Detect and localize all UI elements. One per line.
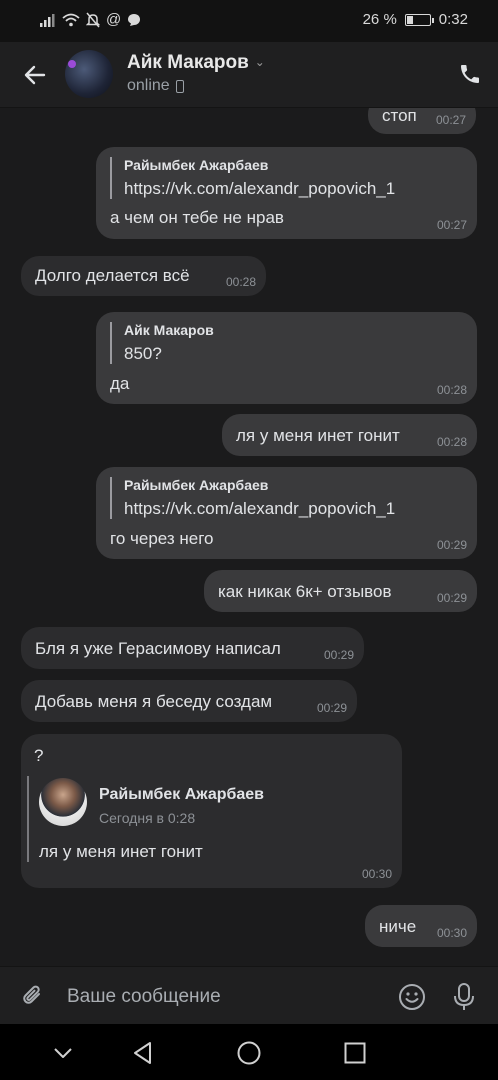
recents-icon[interactable] — [342, 1040, 368, 1066]
message-bubble[interactable]: Айк Макаров 850? да 00:28 — [96, 312, 477, 404]
forwarded-text: ля у меня инет гонит — [39, 842, 203, 861]
message-bubble[interactable]: ниче 00:30 — [365, 905, 477, 947]
message-time: 00:30 — [361, 867, 392, 881]
forwarded-message[interactable]: Райымбек Ажарбаев Сегодня в 0:28 ля у ме… — [27, 776, 367, 862]
status-bar: @ 26 % 0:32 — [0, 0, 498, 42]
chat-header: Айк Макаров ⌄ online — [0, 42, 498, 108]
message-text: Бля я уже Герасимову написал — [35, 639, 281, 658]
phone-icon[interactable] — [458, 62, 482, 86]
message-bubble[interactable]: Добавь меня я беседу создам 00:29 — [21, 680, 357, 722]
forwarded-date: Сегодня в 0:28 — [99, 810, 196, 826]
mobile-icon — [175, 79, 184, 93]
attach-icon[interactable] — [20, 983, 46, 1009]
contact-status-row: online — [127, 77, 184, 95]
message-text: ? — [34, 746, 44, 765]
hide-keyboard-icon[interactable] — [50, 1040, 76, 1066]
contact-status: online — [127, 77, 170, 94]
message-bubble[interactable]: Райымбек Ажарбаев https://vk.com/alexand… — [96, 147, 477, 239]
reply-author: Айк Макаров — [124, 322, 214, 338]
message-bubble[interactable]: стоп 00:27 — [368, 108, 476, 134]
contact-avatar[interactable] — [65, 50, 113, 98]
message-text: да — [110, 374, 130, 393]
message-bubble[interactable]: Долго делается всё 00:28 — [21, 256, 266, 296]
message-text: Долго делается всё — [35, 266, 190, 285]
message-text: го через него — [110, 529, 214, 548]
message-text: Добавь меня я беседу создам — [35, 692, 273, 711]
message-text: ля у меня инет гонит — [236, 426, 400, 445]
wifi-icon — [62, 13, 80, 26]
message-text: как никак 6к+ отзывов — [218, 582, 392, 601]
mute-icon — [86, 12, 100, 27]
message-bubble[interactable]: ля у меня инет гонит 00:28 — [222, 414, 477, 456]
battery-icon — [404, 13, 434, 26]
back-arrow-icon[interactable] — [22, 62, 48, 88]
message-time: 00:28 — [436, 383, 467, 397]
forwarded-author[interactable]: Райымбек Ажарбаев — [99, 786, 264, 804]
message-time: 00:29 — [316, 701, 347, 715]
reply-author: Райымбек Ажарбаев — [124, 157, 269, 173]
message-time: 00:29 — [436, 538, 467, 552]
status-icons: @ — [40, 11, 141, 28]
message-list[interactable]: стоп 00:27 Райымбек Ажарбаев https://vk.… — [0, 108, 498, 966]
message-composer: Ваше сообщение — [0, 966, 498, 1024]
reply-text: 850? — [124, 344, 162, 363]
microphone-icon[interactable] — [451, 982, 477, 1012]
message-bubble[interactable]: Райымбек Ажарбаев https://vk.com/alexand… — [96, 467, 477, 559]
chevron-down-icon: ⌄ — [254, 55, 265, 69]
contact-name-row[interactable]: Айк Макаров ⌄ — [127, 52, 265, 74]
reply-quote[interactable]: Райымбек Ажарбаев https://vk.com/alexand… — [110, 157, 395, 199]
message-bubble[interactable]: ? Райымбек Ажарбаев Сегодня в 0:28 ля у … — [21, 734, 402, 888]
signal-icon — [40, 13, 55, 27]
reply-quote[interactable]: Райымбек Ажарбаев https://vk.com/alexand… — [110, 477, 395, 519]
contact-name: Айк Макаров — [127, 52, 249, 73]
battery-percent: 26 % — [362, 11, 397, 28]
reply-quote[interactable]: Айк Макаров 850? — [110, 322, 214, 364]
home-icon[interactable] — [236, 1040, 262, 1066]
message-time: 00:29 — [323, 648, 354, 662]
reply-text: https://vk.com/alexandr_popovich_1 — [124, 499, 396, 518]
message-input[interactable]: Ваше сообщение — [67, 986, 221, 1008]
message-text: стоп — [382, 108, 417, 125]
message-text: а чем он тебе не нрав — [110, 208, 284, 227]
message-time: 00:27 — [435, 113, 466, 127]
reply-author: Райымбек Ажарбаев — [124, 477, 269, 493]
at-icon: @ — [106, 11, 122, 28]
reply-text: https://vk.com/alexandr_popovich_1 — [124, 179, 396, 198]
message-time: 00:28 — [225, 275, 256, 289]
message-time: 00:29 — [436, 591, 467, 605]
message-text: ниче — [379, 917, 417, 936]
message-bubble[interactable]: как никак 6к+ отзывов 00:29 — [204, 570, 477, 612]
emoji-icon[interactable] — [398, 983, 426, 1011]
message-time: 00:30 — [436, 926, 467, 940]
system-nav-bar — [0, 1024, 498, 1080]
forwarded-author-avatar[interactable] — [39, 778, 87, 826]
back-icon[interactable] — [130, 1040, 156, 1066]
chat-notification-icon — [128, 13, 141, 26]
message-time: 00:27 — [436, 218, 467, 232]
message-bubble[interactable]: Бля я уже Герасимову написал 00:29 — [21, 627, 364, 669]
status-time: 0:32 — [438, 11, 468, 28]
message-time: 00:28 — [436, 435, 467, 449]
